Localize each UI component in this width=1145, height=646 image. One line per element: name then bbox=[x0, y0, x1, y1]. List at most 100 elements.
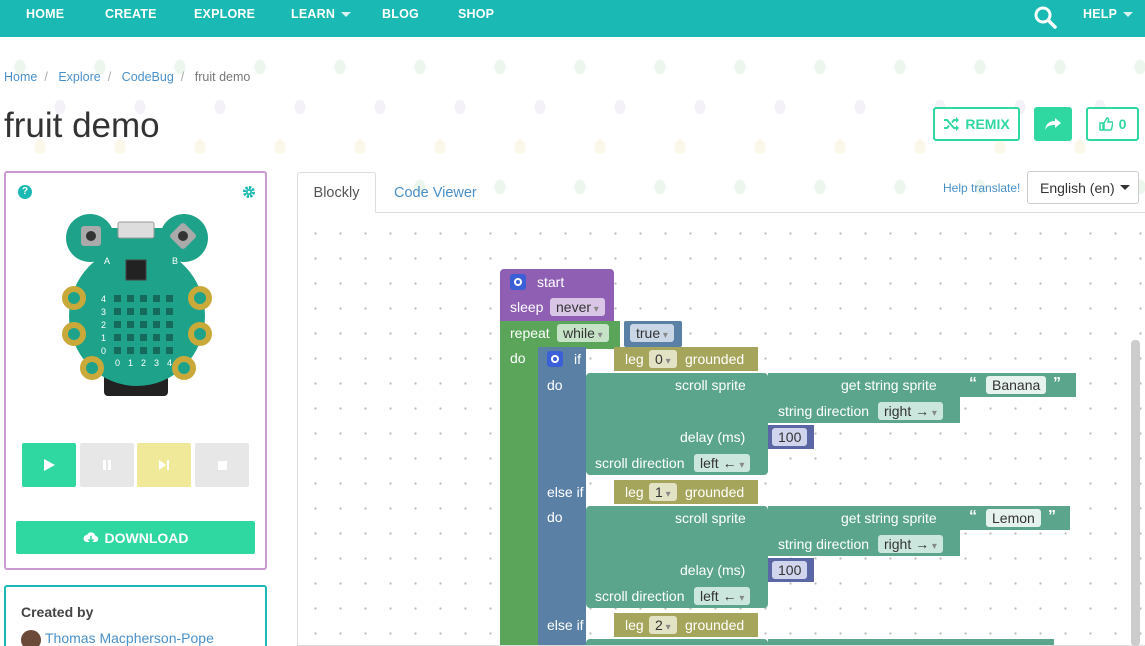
nav-blog[interactable]: BLOG bbox=[382, 7, 419, 21]
breadcrumb: Home / Explore / CodeBug / fruit demo bbox=[4, 70, 251, 84]
repeat-block-arm bbox=[500, 349, 538, 645]
text-value[interactable]: Lemon bbox=[986, 509, 1041, 527]
pause-button[interactable] bbox=[80, 443, 134, 487]
string-direction-dropdown[interactable]: right → bbox=[878, 535, 943, 553]
else-if-label: else if bbox=[547, 484, 584, 500]
creator-panel: Created by Thomas Macpherson-Pope bbox=[4, 585, 267, 646]
nav-help[interactable]: HELP bbox=[1083, 7, 1134, 21]
codebug-device: A B 4 3 2 1 0 0 1 2 3 4 bbox=[62, 214, 212, 396]
top-nav: HOME CREATE EXPLORE LEARN BLOG SHOP HELP bbox=[0, 0, 1145, 37]
step-button[interactable] bbox=[137, 443, 191, 487]
shuffle-icon bbox=[944, 117, 960, 131]
svg-text:1: 1 bbox=[101, 333, 106, 343]
like-button[interactable]: 0 bbox=[1086, 107, 1139, 141]
remix-label: REMIX bbox=[965, 116, 1010, 132]
text-block[interactable] bbox=[960, 639, 1054, 645]
string-direction-dropdown[interactable]: right → bbox=[878, 402, 943, 420]
svg-text:4: 4 bbox=[101, 294, 106, 304]
avatar[interactable] bbox=[21, 630, 41, 646]
nav-explore[interactable]: EXPLORE bbox=[194, 7, 255, 21]
scroll-direction-dropdown[interactable]: left ← bbox=[694, 454, 751, 472]
leg-label: leg bbox=[625, 484, 644, 500]
gear-icon[interactable] bbox=[510, 274, 526, 290]
thumbs-up-icon bbox=[1098, 117, 1113, 131]
delay-value[interactable]: 100 bbox=[772, 428, 808, 446]
gear-icon[interactable] bbox=[242, 185, 256, 199]
tab-blockly[interactable]: Blockly bbox=[297, 172, 376, 213]
language-select[interactable]: English (en) bbox=[1027, 171, 1139, 204]
language-value: English (en) bbox=[1040, 179, 1115, 196]
leg-label: leg bbox=[625, 617, 644, 633]
help-icon[interactable]: ? bbox=[18, 185, 32, 199]
svg-text:4: 4 bbox=[167, 358, 172, 368]
search-icon[interactable] bbox=[1033, 5, 1057, 29]
nav-shop[interactable]: SHOP bbox=[458, 7, 494, 21]
grounded-label: grounded bbox=[685, 351, 745, 367]
leg-dropdown[interactable]: 2 bbox=[649, 616, 677, 634]
repeat-mode-dropdown[interactable]: while bbox=[557, 324, 609, 342]
play-icon bbox=[44, 459, 55, 471]
nav-create[interactable]: CREATE bbox=[105, 7, 157, 21]
like-count: 0 bbox=[1118, 116, 1127, 132]
quote-close-icon: ” bbox=[1048, 508, 1056, 525]
start-label: start bbox=[537, 274, 565, 290]
svg-text:2: 2 bbox=[141, 358, 146, 368]
delay-label: delay (ms) bbox=[680, 429, 746, 445]
share-button[interactable] bbox=[1034, 107, 1072, 141]
leg-dropdown[interactable]: 0 bbox=[649, 350, 677, 368]
string-direction-label: string direction bbox=[778, 536, 870, 552]
breadcrumb-explore[interactable]: Explore bbox=[58, 70, 100, 84]
button-b-label: B bbox=[172, 256, 178, 266]
download-label: DOWNLOAD bbox=[104, 529, 189, 546]
get-string-sprite-block[interactable] bbox=[768, 639, 960, 645]
download-button[interactable]: DOWNLOAD bbox=[16, 521, 255, 554]
breadcrumb-current: fruit demo bbox=[194, 70, 251, 84]
page-title: fruit demo bbox=[4, 106, 160, 145]
chevron-down-icon bbox=[1119, 185, 1130, 190]
repeat-label: repeat bbox=[510, 325, 550, 341]
chevron-down-icon bbox=[1123, 12, 1134, 18]
scroll-direction-label: scroll direction bbox=[595, 588, 685, 604]
sleep-label: sleep bbox=[510, 299, 544, 315]
string-direction-label: string direction bbox=[778, 403, 870, 419]
true-dropdown[interactable]: true bbox=[630, 324, 674, 342]
grounded-label: grounded bbox=[685, 617, 745, 633]
text-value[interactable]: Banana bbox=[986, 376, 1047, 394]
leg-label: leg bbox=[625, 351, 644, 367]
breadcrumb-home[interactable]: Home bbox=[4, 70, 37, 84]
leg-dropdown[interactable]: 1 bbox=[649, 483, 677, 501]
delay-label: delay (ms) bbox=[680, 562, 746, 578]
pause-icon bbox=[103, 460, 111, 470]
get-string-sprite-label: get string sprite bbox=[841, 377, 937, 393]
stop-icon bbox=[217, 460, 227, 470]
blockly-workspace[interactable]: start sleep never repeat while true do i… bbox=[297, 212, 1145, 646]
chevron-down-icon bbox=[341, 12, 352, 18]
nav-home[interactable]: HOME bbox=[26, 7, 64, 21]
delay-value[interactable]: 100 bbox=[772, 561, 808, 579]
nav-learn[interactable]: LEARN bbox=[291, 7, 352, 21]
author-link[interactable]: Thomas Macpherson-Pope bbox=[45, 630, 214, 646]
svg-text:3: 3 bbox=[154, 358, 159, 368]
stop-button[interactable] bbox=[195, 443, 249, 487]
scroll-sprite-label: scroll sprite bbox=[675, 377, 746, 393]
scroll-direction-dropdown[interactable]: left ← bbox=[694, 587, 751, 605]
play-button[interactable] bbox=[22, 443, 76, 487]
scroll-sprite-label: scroll sprite bbox=[675, 510, 746, 526]
svg-text:0: 0 bbox=[101, 346, 106, 356]
device-panel: ? A B 4 3 2 1 0 0 1 2 3 4 DOWNLOAD bbox=[4, 171, 267, 570]
do-label: do bbox=[547, 377, 563, 393]
remix-button[interactable]: REMIX bbox=[933, 107, 1020, 141]
do-label: do bbox=[547, 509, 563, 525]
breadcrumb-codebug[interactable]: CodeBug bbox=[122, 70, 174, 84]
help-translate-link[interactable]: Help translate! bbox=[943, 181, 1020, 195]
workspace-scrollbar[interactable] bbox=[1131, 340, 1140, 646]
sleep-dropdown[interactable]: never bbox=[550, 298, 605, 316]
gear-icon[interactable] bbox=[547, 351, 563, 367]
step-icon bbox=[159, 460, 169, 470]
get-string-sprite-label: get string sprite bbox=[841, 510, 937, 526]
if-label: if bbox=[574, 351, 581, 367]
scroll-sprite-block[interactable] bbox=[586, 639, 768, 645]
tab-code-viewer[interactable]: Code Viewer bbox=[394, 172, 477, 213]
share-icon bbox=[1045, 118, 1061, 130]
nav-help-label: HELP bbox=[1083, 7, 1118, 21]
